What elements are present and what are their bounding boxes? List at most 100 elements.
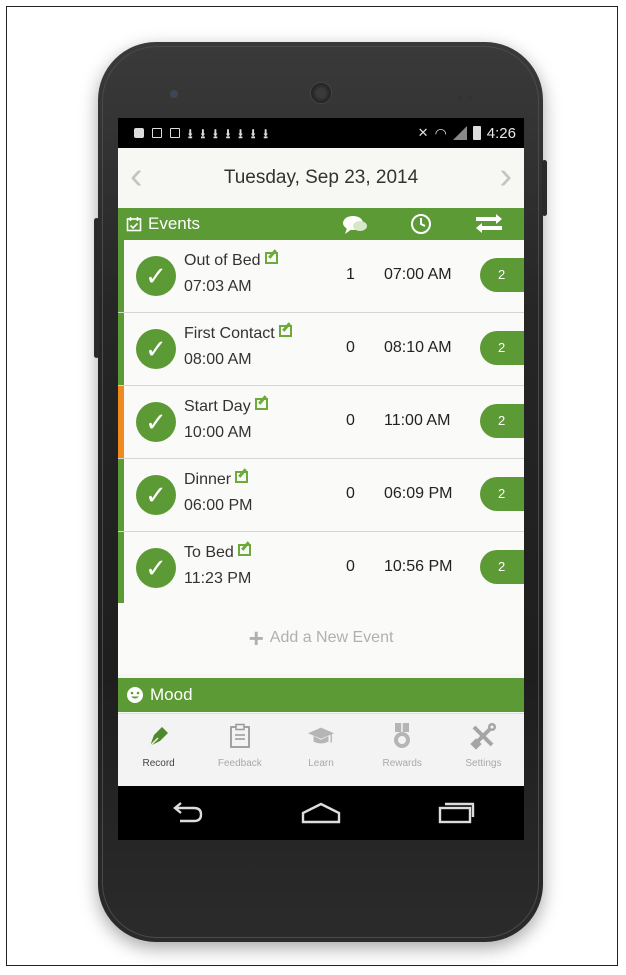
- mood-section-header[interactable]: Mood: [118, 678, 524, 712]
- event-actual-time: 11:23 PM: [184, 570, 252, 587]
- tab-label: Record: [142, 758, 175, 769]
- bottom-tab-bar: Record Feedback Learn Rewards Settings: [118, 713, 524, 787]
- download-icon: ⭳: [200, 125, 206, 141]
- event-badge[interactable]: 2: [480, 550, 524, 584]
- download-icon: ⭳: [250, 125, 256, 141]
- notification-icon: [152, 128, 162, 138]
- check-icon[interactable]: ✓: [136, 329, 176, 369]
- current-date: Tuesday, Sep 23, 2014: [223, 167, 419, 188]
- check-icon[interactable]: ✓: [136, 548, 176, 588]
- edit-icon[interactable]: [254, 398, 268, 410]
- recent-apps-icon: [439, 802, 475, 824]
- event-actual-time: 10:00 AM: [184, 424, 252, 441]
- edit-icon[interactable]: [235, 471, 249, 483]
- event-scheduled-time: 08:10 AM: [384, 339, 452, 356]
- event-actual-time: 08:00 AM: [184, 351, 252, 368]
- event-accent-bar: [118, 386, 124, 458]
- tab-label: Learn: [308, 758, 334, 769]
- previous-day-button[interactable]: ‹: [130, 156, 143, 196]
- status-bar: ⭳ ⭳ ⭳ ⭳ ⭳ ⭳ ⭳ ✕ ◠ 4:26: [118, 118, 524, 148]
- tab-label: Feedback: [217, 758, 262, 769]
- events-section-label: Events: [148, 214, 200, 233]
- event-comment-count: 0: [346, 339, 355, 356]
- android-nav-bar: [118, 786, 524, 840]
- event-name: First Contact: [184, 325, 275, 342]
- event-badge[interactable]: 2: [480, 404, 524, 438]
- event-scheduled-time: 11:00 AM: [384, 412, 451, 429]
- plus-icon: +: [248, 622, 264, 653]
- tab-feedback[interactable]: Feedback: [199, 714, 280, 787]
- event-name: Out of Bed: [184, 252, 261, 269]
- events-section-header: Events: [118, 208, 524, 240]
- earpiece-speaker: [310, 82, 332, 104]
- event-comment-count: 1: [346, 266, 355, 283]
- event-name: To Bed: [184, 544, 234, 561]
- phone-screen: ⭳ ⭳ ⭳ ⭳ ⭳ ⭳ ⭳ ✕ ◠ 4:26 ‹ Tuesday, Sep 23…: [118, 118, 524, 840]
- medal-icon: [394, 723, 411, 748]
- event-scheduled-time: 06:09 PM: [384, 485, 453, 502]
- event-row[interactable]: ✓ To Bed 11:23 PM 0 10:56 PM 2: [118, 532, 524, 605]
- home-button[interactable]: [299, 799, 343, 827]
- download-icon: ⭳: [213, 125, 218, 141]
- event-accent-bar: [118, 459, 124, 531]
- event-badge[interactable]: 2: [480, 477, 524, 511]
- event-badge[interactable]: 2: [480, 331, 524, 365]
- mute-icon: ✕: [417, 125, 429, 140]
- download-icon: ⭳: [188, 125, 193, 141]
- download-icon: ⭳: [263, 125, 268, 141]
- event-row[interactable]: ✓ First Contact 08:00 AM 0 08:10 AM 2: [118, 313, 524, 386]
- check-icon[interactable]: ✓: [136, 402, 176, 442]
- event-scheduled-time: 07:00 AM: [384, 266, 452, 283]
- event-actual-time: 06:00 PM: [184, 497, 253, 514]
- tab-settings[interactable]: Settings: [443, 714, 524, 787]
- event-actual-time: 07:03 AM: [184, 278, 252, 295]
- back-button[interactable]: [164, 799, 208, 827]
- swap-icon: [476, 214, 502, 233]
- event-badge[interactable]: 2: [480, 258, 524, 292]
- tab-rewards[interactable]: Rewards: [362, 714, 443, 787]
- recent-apps-button[interactable]: [434, 799, 478, 827]
- add-event-label: Add a New Event: [269, 629, 394, 646]
- event-row[interactable]: ✓ Dinner 06:00 PM 0 06:09 PM 2: [118, 459, 524, 532]
- signal-icon: [452, 126, 467, 140]
- tab-label: Settings: [465, 758, 502, 769]
- events-list: ✓ Out of Bed 07:03 AM 1 07:00 AM 2 ✓ Fir…: [118, 240, 524, 605]
- event-name: Start Day: [184, 398, 251, 415]
- wifi-icon: ◠: [434, 124, 447, 141]
- volume-button: [94, 218, 99, 358]
- tab-record[interactable]: Record: [118, 714, 199, 787]
- event-row[interactable]: ✓ Out of Bed 07:03 AM 1 07:00 AM 2: [118, 240, 524, 313]
- mood-section-label: Mood: [150, 685, 193, 704]
- clock-icon: [411, 214, 431, 234]
- next-day-button[interactable]: ›: [499, 156, 512, 196]
- home-icon: [301, 802, 341, 824]
- download-icon: ⭳: [225, 125, 231, 141]
- notification-icon: [134, 128, 144, 138]
- smiley-icon: [127, 687, 143, 703]
- event-comment-count: 0: [346, 485, 355, 502]
- graduation-cap-icon: [307, 727, 335, 744]
- clipboard-icon: [229, 723, 250, 748]
- edit-icon[interactable]: [278, 325, 292, 337]
- event-scheduled-time: 10:56 PM: [384, 558, 453, 575]
- check-icon[interactable]: ✓: [136, 475, 176, 515]
- tab-learn[interactable]: Learn: [280, 714, 361, 787]
- status-time: 4:26: [486, 124, 516, 142]
- battery-icon: [472, 126, 481, 140]
- date-header: ‹ Tuesday, Sep 23, 2014 ›: [118, 148, 524, 208]
- power-button: [542, 160, 547, 216]
- edit-icon[interactable]: [264, 252, 278, 264]
- edit-icon[interactable]: [237, 544, 251, 556]
- back-arrow-icon: [172, 802, 202, 823]
- comment-icon: [343, 216, 367, 234]
- add-event-button[interactable]: + Add a New Event: [118, 603, 524, 673]
- event-row[interactable]: ✓ Start Day 10:00 AM 0 11:00 AM 2: [118, 386, 524, 459]
- proximity-sensor: [458, 88, 482, 101]
- check-icon[interactable]: ✓: [136, 256, 176, 296]
- event-accent-bar: [118, 532, 124, 604]
- app-screen: ‹ Tuesday, Sep 23, 2014 › Events ✓ Out o…: [118, 148, 524, 787]
- event-accent-bar: [118, 240, 124, 312]
- event-comment-count: 0: [346, 412, 355, 429]
- image-notification-icon: [170, 128, 180, 138]
- tab-label: Rewards: [382, 758, 422, 769]
